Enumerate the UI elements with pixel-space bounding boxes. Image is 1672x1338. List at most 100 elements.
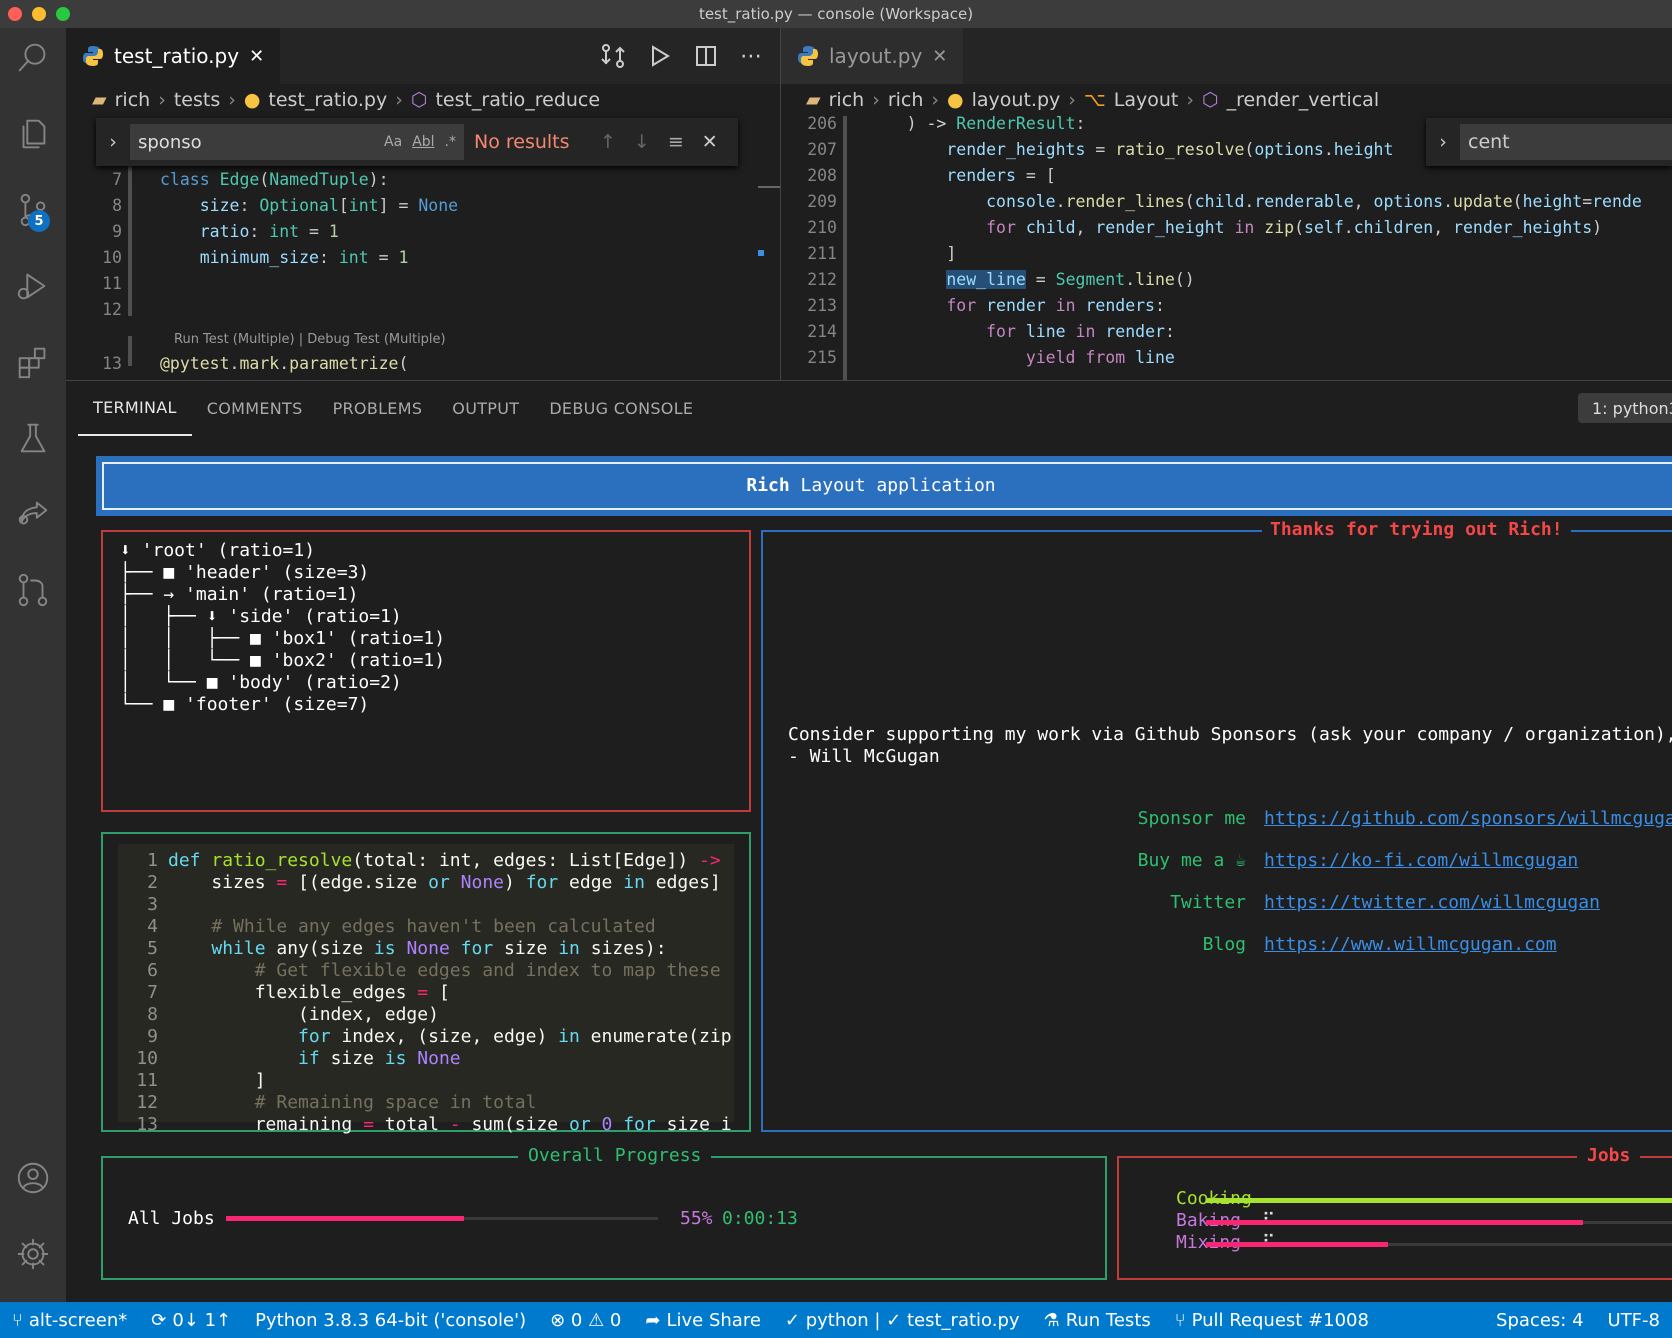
test-status[interactable]: ✓ python | ✓ test_ratio.py (773, 1310, 1032, 1331)
explorer-icon[interactable] (0, 104, 66, 164)
terminal-select[interactable]: 1: python3 (1578, 393, 1672, 423)
twitter-link[interactable]: https://twitter.com/willmcgugan (1264, 892, 1600, 914)
more-actions-icon[interactable]: ⋯ (740, 44, 762, 69)
breadcrumb-item[interactable]: tests (174, 89, 220, 111)
breadcrumb-item[interactable]: rich (829, 89, 865, 111)
breadcrumb-item[interactable]: test_ratio.py (268, 89, 387, 111)
find-widget: › sponso Aa Abl .* No results ↑ ↓ ≡ ✕ (96, 118, 738, 166)
beaker-icon: ⚗ (1043, 1309, 1060, 1331)
code-line: 13 remaining = total - sum(size or 0 for… (136, 1114, 732, 1135)
tab-test-ratio[interactable]: test_ratio.py ✕ (66, 28, 281, 84)
find-result: No results (474, 131, 570, 153)
regex-icon[interactable]: .* (445, 134, 456, 150)
find-input[interactable]: sponso (138, 132, 374, 153)
python-interpreter[interactable]: Python 3.8.3 64-bit ('console') (243, 1310, 538, 1331)
gear-icon[interactable] (0, 1224, 66, 1284)
close-icon[interactable]: ✕ (249, 46, 264, 67)
tab-layout[interactable]: layout.py ✕ (781, 28, 964, 84)
extensions-icon[interactable] (0, 332, 66, 392)
code-line: 207 render_heights = ratio_resolve(optio… (807, 140, 1394, 159)
editor-actions: ⋯ (600, 28, 780, 84)
sponsor-signature: - Will McGugan (788, 746, 940, 767)
code-line: 215 yield from line (807, 348, 1175, 367)
previous-match-icon[interactable]: ↑ (600, 131, 616, 153)
code-line: 206 ) -> RenderResult: (807, 116, 1086, 133)
blog-link[interactable]: https://www.willmcgugan.com (1264, 934, 1557, 956)
find-input[interactable]: cent (1468, 131, 1510, 153)
code-line: 10 if size is None (136, 1048, 461, 1069)
problems-status[interactable]: ⊗ 0 ⚠ 0 (538, 1310, 633, 1331)
minimize-window-button[interactable] (32, 7, 46, 21)
tab-debug-console[interactable]: DEBUG CONSOLE (534, 380, 708, 436)
codelens[interactable]: Run Test (Multiple) | Debug Test (Multip… (174, 332, 446, 347)
progress-percent: 55% (680, 1208, 713, 1229)
minimap-marker (758, 250, 764, 256)
python-file-icon: ● (947, 89, 964, 111)
next-match-icon[interactable]: ↓ (634, 131, 650, 153)
match-word-icon[interactable]: Abl (412, 134, 434, 150)
compare-changes-icon[interactable] (600, 43, 626, 69)
tab-label: layout.py (829, 44, 923, 68)
maximize-window-button[interactable] (56, 7, 70, 21)
link-label: Blog (1202, 934, 1246, 955)
code-line: 213 for render in renders: (807, 296, 1165, 315)
tab-comments[interactable]: COMMENTS (192, 380, 318, 436)
rich-header: Rich Layout application (96, 456, 1672, 516)
sponsor-link[interactable]: https://github.com/sponsors/willmcguga (1264, 808, 1672, 830)
testing-icon[interactable] (0, 408, 66, 468)
tree-line: └── ■ 'footer' (size=7) (120, 694, 370, 715)
code-line: 8 (index, edge) (147, 1004, 439, 1025)
right-tab-bar: layout.py ✕ (781, 28, 1672, 84)
link-label: Sponsor me (1137, 808, 1246, 829)
find-in-selection-icon[interactable]: ≡ (668, 131, 684, 153)
kofi-link[interactable]: https://ko-fi.com/willmcgugan (1264, 850, 1578, 872)
chevron-right-icon[interactable]: › (96, 131, 130, 153)
folder-icon: ▰ (92, 89, 107, 111)
breadcrumb-item[interactable]: _render_vertical (1227, 89, 1380, 111)
breadcrumb-item[interactable]: test_ratio_reduce (435, 89, 600, 111)
left-tab-bar: test_ratio.py ✕ ⋯ (66, 28, 780, 84)
match-case-icon[interactable]: Aa (384, 134, 402, 150)
tab-output[interactable]: OUTPUT (437, 380, 534, 436)
code-line: 214 for line in render: (807, 322, 1175, 341)
source-control-icon[interactable]: 5 (0, 180, 66, 240)
search-icon[interactable] (0, 28, 66, 88)
breadcrumb-item[interactable]: rich (888, 89, 924, 111)
terminal[interactable]: Rich Layout application ⬇ 'root' (ratio=… (66, 436, 1672, 1302)
link-label: Buy me a ☕ (1137, 850, 1246, 871)
breadcrumb-item[interactable]: layout.py (972, 89, 1061, 111)
code-line: 211 ] (807, 244, 957, 263)
branch-status[interactable]: ⑂ alt-screen* (0, 1310, 139, 1331)
pull-request-icon: ⑂ (1174, 1309, 1186, 1331)
accounts-icon[interactable] (0, 1148, 66, 1208)
breadcrumb-item[interactable]: rich (115, 89, 151, 111)
split-editor-icon[interactable] (694, 44, 718, 68)
run-tests-status[interactable]: ⚗ Run Tests (1032, 1310, 1163, 1331)
progress-fill (226, 1216, 464, 1221)
close-icon[interactable]: ✕ (932, 46, 947, 67)
pull-requests-icon[interactable] (0, 560, 66, 620)
branch-icon: ⑂ (12, 1309, 23, 1331)
find-input-box: cent (1460, 124, 1672, 160)
scm-badge: 5 (28, 210, 50, 232)
rich-header-title: Rich Layout application (746, 475, 996, 496)
close-window-button[interactable] (8, 7, 22, 21)
pull-request-status[interactable]: ⑂ Pull Request #1008 (1163, 1310, 1381, 1331)
live-share-status[interactable]: ➦ Live Share (633, 1310, 773, 1331)
indentation-status[interactable]: Spaces: 4 (1484, 1310, 1595, 1331)
tab-terminal[interactable]: TERMINAL (78, 380, 192, 436)
chevron-right-icon[interactable]: › (1426, 131, 1460, 153)
code-line: 212 new_line = Segment.line() (807, 270, 1195, 289)
live-share-icon[interactable] (0, 484, 66, 544)
code-line: 2 sizes = [(edge.size or None) for edge … (147, 872, 721, 893)
code-line: 12 # Remaining space in total (136, 1092, 537, 1113)
encoding-status[interactable]: UTF-8 (1596, 1310, 1672, 1331)
breadcrumb-item[interactable]: Layout (1114, 89, 1179, 111)
sync-status[interactable]: ⟳ 0↓ 1↑ (139, 1310, 243, 1331)
tab-problems[interactable]: PROBLEMS (318, 380, 438, 436)
python-file-icon (797, 45, 819, 67)
run-debug-icon[interactable] (0, 256, 66, 316)
sync-icon: ⟳ (151, 1309, 167, 1331)
run-icon[interactable] (648, 44, 672, 68)
close-icon[interactable]: ✕ (702, 131, 718, 153)
